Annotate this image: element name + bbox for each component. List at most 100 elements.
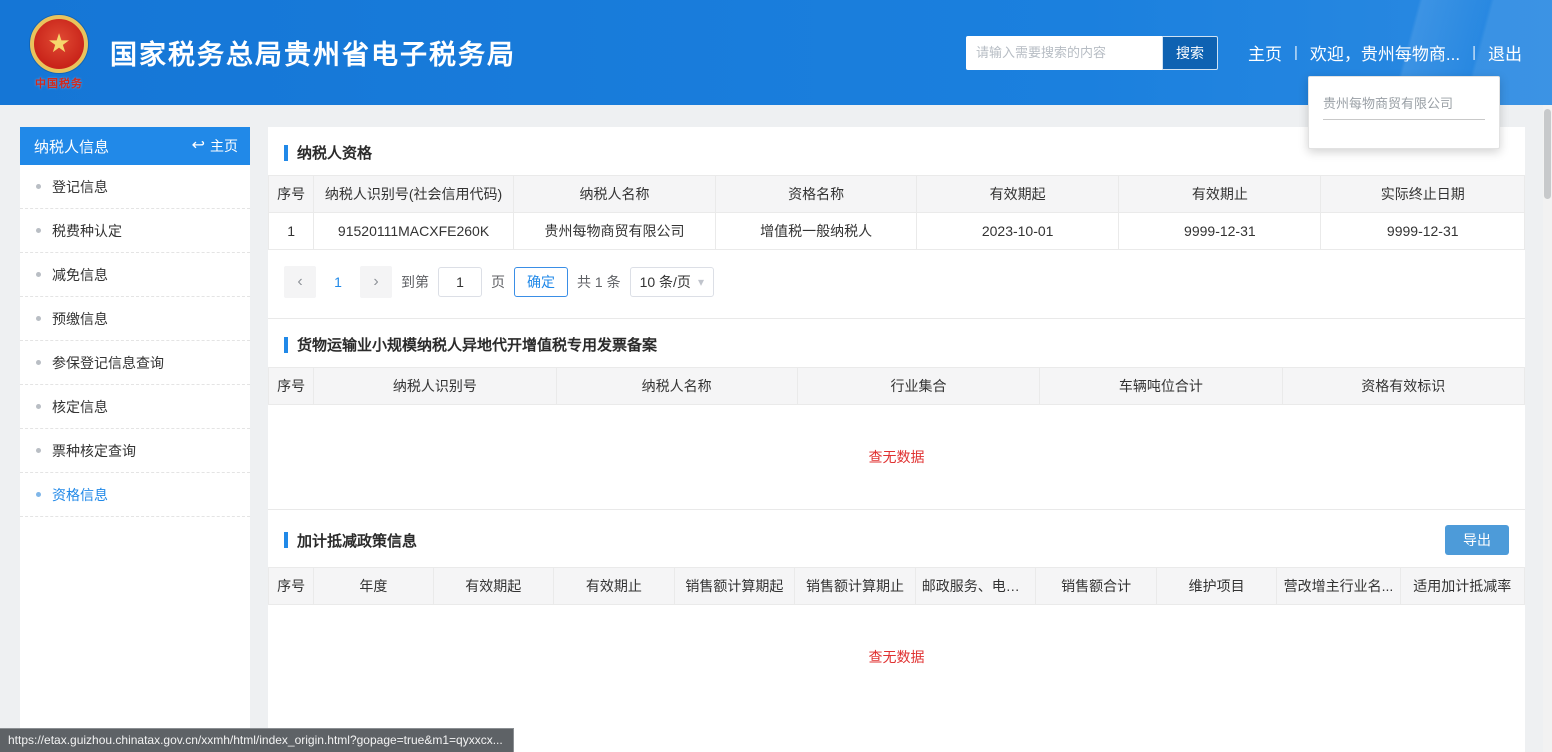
- nav-separator: |: [1294, 44, 1298, 61]
- emblem-circle: ★: [30, 15, 88, 73]
- star-icon: ★: [47, 30, 70, 56]
- column-header: 纳税人识别号: [314, 368, 556, 405]
- nav-logout-link[interactable]: 退出: [1488, 40, 1522, 65]
- table-header-row: 序号 年度 有效期起 有效期止 销售额计算期起 销售额计算期止 邮政服务、电信.…: [269, 568, 1525, 605]
- table-header-row: 序号 纳税人识别号 纳税人名称 行业集合 车辆吨位合计 资格有效标识: [269, 368, 1525, 405]
- bullet-icon: [36, 360, 41, 365]
- column-header: 序号: [269, 568, 314, 605]
- column-header: 有效期止: [1119, 176, 1321, 213]
- top-nav: 主页 | 欢迎，贵州每物商... | 退出: [1248, 40, 1522, 65]
- search-box: 搜索: [966, 36, 1218, 70]
- sidebar-home-label: 主页: [210, 136, 238, 156]
- scrollbar[interactable]: [1543, 105, 1552, 752]
- column-header: 序号: [269, 176, 314, 213]
- cell-valid-from: 2023-10-01: [917, 213, 1119, 250]
- bullet-icon: [36, 272, 41, 277]
- sidebar-item-invoice-type-query[interactable]: 票种核定查询: [20, 429, 250, 473]
- nav-home-link[interactable]: 主页: [1248, 40, 1282, 65]
- column-header: 适用加计抵减率: [1400, 568, 1524, 605]
- total-count-label: 共 1 条: [577, 272, 621, 292]
- search-input[interactable]: [966, 36, 1162, 70]
- sidebar-home-link[interactable]: ↩ 主页: [192, 136, 238, 156]
- section-title-row: 货物运输业小规模纳税人异地代开增值税专用发票备案: [268, 319, 1525, 367]
- nav-welcome-link[interactable]: 欢迎，贵州每物商...: [1310, 40, 1460, 65]
- freight-table: 序号 纳税人识别号 纳税人名称 行业集合 车辆吨位合计 资格有效标识: [268, 367, 1525, 405]
- logo-caption: 中国税务: [35, 75, 83, 91]
- sidebar-item-prepayment-info[interactable]: 预缴信息: [20, 297, 250, 341]
- cell-taxpayer-name: 贵州每物商贸有限公司: [513, 213, 715, 250]
- column-header: 有效期止: [554, 568, 675, 605]
- no-data-message: 查无数据: [268, 405, 1525, 509]
- nav-separator: |: [1472, 44, 1476, 61]
- section-title-text: 纳税人资格: [297, 142, 372, 163]
- page-size-value: 10 条/页: [640, 272, 691, 292]
- cell-valid-to: 9999-12-31: [1119, 213, 1321, 250]
- sidebar-header: 纳税人信息 ↩ 主页: [20, 127, 250, 165]
- column-header: 实际终止日期: [1321, 176, 1525, 213]
- title-bar-icon: [284, 337, 288, 353]
- main-panel: 纳税人资格 序号 纳税人识别号(社会信用代码) 纳税人名称 资格名称 有效期起 …: [268, 127, 1525, 752]
- bullet-icon: [36, 492, 41, 497]
- confirm-page-button[interactable]: 确定: [514, 267, 568, 297]
- column-header: 销售额计算期止: [795, 568, 916, 605]
- section-title: 加计抵减政策信息: [284, 530, 417, 551]
- pagination: ‹ 1 › 到第 页 确定 共 1 条 10 条/页 ▾: [268, 250, 1525, 318]
- sidebar-item-reduction-info[interactable]: 减免信息: [20, 253, 250, 297]
- current-page-number[interactable]: 1: [325, 274, 351, 290]
- column-header: 资格有效标识: [1282, 368, 1524, 405]
- section-title-text: 加计抵减政策信息: [297, 530, 417, 551]
- status-url-bar: https://etax.guizhou.chinatax.gov.cn/xxm…: [0, 728, 514, 752]
- sidebar-item-label: 参保登记信息查询: [52, 353, 164, 373]
- section-deduction-policy: 加计抵减政策信息 导出 序号 年度 有效期起 有效期止 销售额计算期起: [268, 509, 1525, 709]
- column-header: 维护项目: [1156, 568, 1277, 605]
- sidebar-item-assessment-info[interactable]: 核定信息: [20, 385, 250, 429]
- sidebar: 纳税人信息 ↩ 主页 登记信息 税费种认定 减免信息 预缴信息: [20, 127, 250, 732]
- dropdown-company-item[interactable]: 贵州每物商贸有限公司: [1323, 93, 1485, 120]
- column-header: 资格名称: [716, 176, 917, 213]
- sidebar-item-tax-type-determination[interactable]: 税费种认定: [20, 209, 250, 253]
- qualification-table: 序号 纳税人识别号(社会信用代码) 纳税人名称 资格名称 有效期起 有效期止 实…: [268, 175, 1525, 250]
- page-unit-label: 页: [491, 272, 505, 292]
- bullet-icon: [36, 228, 41, 233]
- sidebar-item-label: 减免信息: [52, 265, 108, 285]
- sidebar-item-insurance-registration-query[interactable]: 参保登记信息查询: [20, 341, 250, 385]
- column-header: 邮政服务、电信...: [915, 568, 1036, 605]
- sidebar-item-label: 票种核定查询: [52, 441, 136, 461]
- prev-page-button[interactable]: ‹: [284, 266, 316, 298]
- next-page-button[interactable]: ›: [360, 266, 392, 298]
- page-number-input[interactable]: [438, 267, 482, 297]
- sidebar-item-registration-info[interactable]: 登记信息: [20, 165, 250, 209]
- cell-qualification-name: 增值税一般纳税人: [716, 213, 917, 250]
- column-header: 纳税人名称: [556, 368, 797, 405]
- national-emblem-logo: ★ 中国税务: [30, 15, 88, 91]
- export-button[interactable]: 导出: [1445, 525, 1509, 555]
- search-button[interactable]: 搜索: [1162, 36, 1218, 70]
- section-title-row: 加计抵减政策信息 导出: [268, 510, 1525, 567]
- column-header: 销售额计算期起: [674, 568, 795, 605]
- page-size-select[interactable]: 10 条/页 ▾: [630, 267, 714, 297]
- chevron-down-icon: ▾: [698, 275, 704, 289]
- sidebar-menu: 登记信息 税费种认定 减免信息 预缴信息 参保登记信息查询 核定信息: [20, 165, 250, 517]
- title-bar-icon: [284, 532, 288, 548]
- column-header: 车辆吨位合计: [1040, 368, 1282, 405]
- sidebar-item-label: 税费种认定: [52, 221, 122, 241]
- topbar-right: 搜索 主页 | 欢迎，贵州每物商... | 退出: [966, 36, 1522, 70]
- no-data-message: 查无数据: [268, 605, 1525, 709]
- section-title: 纳税人资格: [284, 142, 372, 163]
- section-title: 货物运输业小规模纳税人异地代开增值税专用发票备案: [284, 334, 657, 355]
- goto-page-label: 到第: [401, 272, 429, 292]
- sidebar-item-qualification-info[interactable]: 资格信息: [20, 473, 250, 517]
- column-header: 销售额合计: [1036, 568, 1157, 605]
- sidebar-item-label: 核定信息: [52, 397, 108, 417]
- chevron-right-icon: ›: [373, 273, 378, 291]
- section-title-text: 货物运输业小规模纳税人异地代开增值税专用发票备案: [297, 334, 657, 355]
- title-bar-icon: [284, 145, 288, 161]
- table-header-row: 序号 纳税人识别号(社会信用代码) 纳税人名称 资格名称 有效期起 有效期止 实…: [269, 176, 1525, 213]
- app-header: ★ 中国税务 国家税务总局贵州省电子税务局 搜索 主页 | 欢迎，贵州每物商..…: [0, 0, 1552, 105]
- bullet-icon: [36, 316, 41, 321]
- column-header: 行业集合: [797, 368, 1039, 405]
- column-header: 有效期起: [917, 176, 1119, 213]
- scrollbar-thumb[interactable]: [1544, 109, 1551, 199]
- column-header: 营改增主行业名...: [1277, 568, 1400, 605]
- sidebar-title: 纳税人信息: [34, 136, 109, 157]
